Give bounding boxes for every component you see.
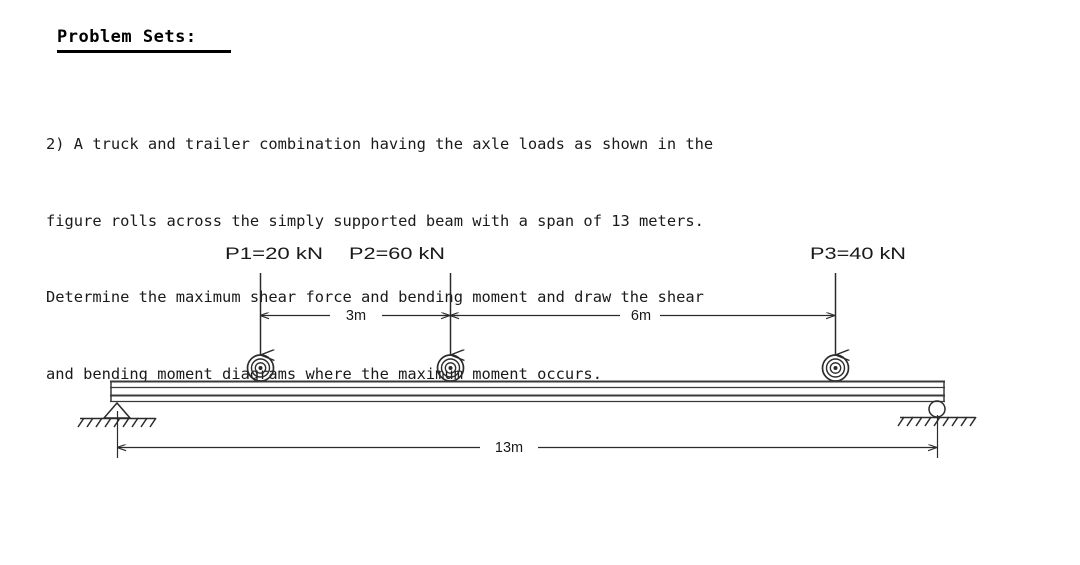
wheel-p1 (246, 354, 275, 382)
dimension-label-3m: 3m (346, 308, 366, 324)
page-title: Problem Sets: (57, 27, 197, 47)
dimension-label-6m: 6m (631, 308, 651, 324)
load-label-p2: P2=60 kN (349, 245, 445, 263)
problem-line: 2) A truck and trailer combination havin… (46, 135, 714, 153)
load-labels: P1=20 kN P2=60 kN P3=40 kN (225, 245, 906, 263)
wheel-p3 (821, 354, 850, 382)
beam-diagram: P1=20 kN P2=60 kN P3=40 kN 3m 6m 13m (0, 215, 1080, 485)
page-canvas: Problem Sets: 2) A truck and trailer com… (0, 0, 1080, 565)
span-dimension-group: 13m (118, 440, 937, 456)
span-extension-lines (116, 411, 939, 458)
wheel-p2 (436, 354, 465, 382)
dimension-label-13m: 13m (495, 440, 523, 456)
load-label-p1: P1=20 kN (225, 245, 323, 263)
beam (110, 380, 945, 403)
load-label-p3: P3=40 kN (810, 245, 906, 263)
axle-wheels (246, 354, 850, 382)
page-title-underline (57, 50, 231, 53)
axle-dimension-group: 3m 6m (261, 308, 835, 324)
